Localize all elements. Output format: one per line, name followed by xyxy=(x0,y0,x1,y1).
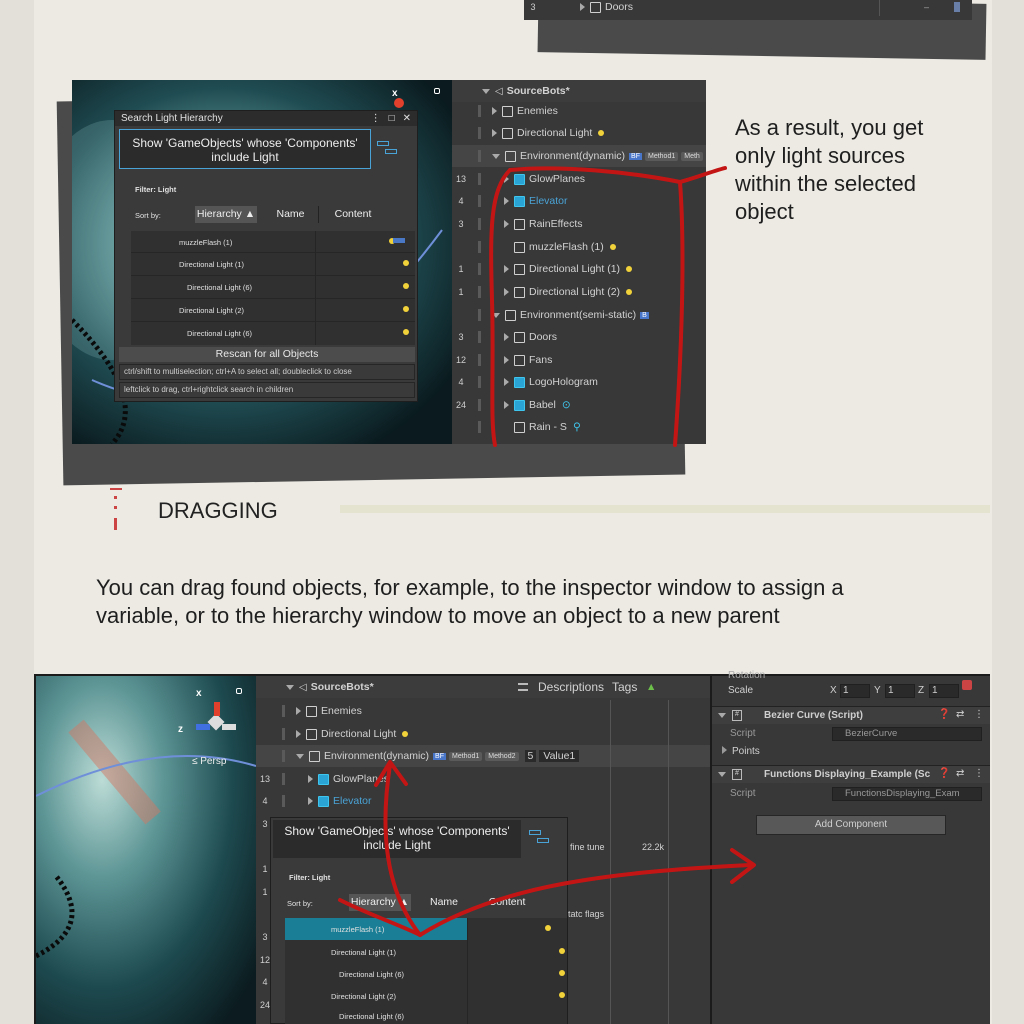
persp-label[interactable]: ≤ Persp xyxy=(192,756,226,767)
page-frame-left xyxy=(0,0,34,1024)
presets-icon[interactable]: ⇄ xyxy=(956,709,964,720)
callout-text: As a result, you get only light sources … xyxy=(735,115,924,224)
result-item[interactable]: Directional Light (1) xyxy=(285,940,567,962)
page-frame-right xyxy=(992,0,1024,1024)
scene-view-2: x z ≤ Persp xyxy=(36,676,256,1024)
sort-hierarchy-button[interactable]: Hierarchy ▲ xyxy=(195,206,257,223)
section-body: You can drag found objects, for example,… xyxy=(96,575,844,628)
search-query-box[interactable]: Show 'GameObjects' whose 'Components' in… xyxy=(119,129,371,169)
section-title: DRAGGING xyxy=(158,498,278,523)
hierarchy-root-sourcebots[interactable]: SourceBots* xyxy=(507,85,570,97)
maximize-icon[interactable]: □ xyxy=(389,113,395,124)
hierarchy-item[interactable]: Directional Light xyxy=(517,127,592,139)
result-item[interactable]: Directional Light (6) xyxy=(131,276,415,299)
unity-scene-icon: ◁ xyxy=(495,85,503,97)
more-icon[interactable]: ⋮ xyxy=(974,768,984,779)
top-snippet-hierarchy: 3 Doors – xyxy=(524,0,972,20)
sort-name-button[interactable]: Name xyxy=(263,206,319,223)
result-item[interactable]: Directional Light (6) xyxy=(131,322,415,345)
hierarchy-filter-icon[interactable] xyxy=(377,141,401,157)
columns-icon[interactable] xyxy=(518,683,528,691)
rotation-label: Rotation xyxy=(728,670,766,681)
popup-tab-title[interactable]: Search Light Hierarchy xyxy=(121,113,223,124)
expand-arrow-icon[interactable] xyxy=(580,3,585,11)
scale-z-field[interactable]: 1 xyxy=(929,684,959,698)
result-item[interactable]: Directional Light (2) xyxy=(131,299,415,322)
hint-line-1: ctrl/shift to multiselection; ctrl+A to … xyxy=(119,364,415,380)
script-icon: # xyxy=(732,710,742,721)
search-light-hierarchy-window: Search Light Hierarchy ⋮ □ ✕ Show 'GameO… xyxy=(114,110,418,402)
orientation-gizmo[interactable] xyxy=(196,702,236,742)
result-item[interactable]: Directional Light (6) xyxy=(285,962,567,984)
hierarchy-root-sourcebots[interactable]: SourceBots* xyxy=(311,681,374,693)
gizmo-x-label: x xyxy=(196,688,202,699)
red-drag-arrows xyxy=(338,760,756,937)
more-icon[interactable]: ⋮ xyxy=(974,709,984,720)
more-icon[interactable]: ⋮ xyxy=(371,113,381,124)
result-item[interactable]: Directional Light (1) xyxy=(131,253,415,276)
results-list: muzzleFlash (1) Directional Light (1) Di… xyxy=(131,231,415,345)
presets-icon[interactable]: ⇄ xyxy=(956,768,964,779)
sort-content-button[interactable]: Content xyxy=(323,206,383,223)
sort-by-label: Sort by: xyxy=(135,211,161,220)
hierarchy-item-doors[interactable]: Doors xyxy=(605,1,633,13)
scale-label: Scale xyxy=(728,685,754,696)
filter-label: Filter: Light xyxy=(135,185,177,194)
script-field[interactable]: FunctionsDisplaying_Exam xyxy=(832,787,982,801)
help-icon[interactable]: ❓ xyxy=(938,709,950,720)
section-divider xyxy=(340,505,990,513)
hierarchy-item[interactable]: Enemies xyxy=(517,105,558,117)
help-icon[interactable]: ❓ xyxy=(938,768,950,779)
result-item[interactable]: Directional Light (6) xyxy=(285,1006,567,1024)
scale-x-field[interactable]: 1 xyxy=(840,684,870,698)
scale-y-field[interactable]: 1 xyxy=(885,684,915,698)
tags-header[interactable]: Tags xyxy=(612,680,637,694)
hierarchy-item[interactable]: Enemies xyxy=(321,705,362,717)
lock-icon[interactable] xyxy=(236,688,242,694)
constrain-icon[interactable] xyxy=(962,680,972,690)
result-item[interactable]: Directional Light (2) xyxy=(285,984,567,1006)
layers-icon[interactable]: ▲ xyxy=(646,681,656,693)
light-icon xyxy=(598,130,605,136)
script-field[interactable]: BezierCurve xyxy=(832,727,982,741)
hierarchy-item[interactable]: Directional Light xyxy=(321,728,396,740)
descriptions-header[interactable]: Descriptions xyxy=(538,680,604,694)
red-annotation-loop xyxy=(489,166,727,447)
drag-cursor-icon xyxy=(110,488,122,534)
component-header-bezier[interactable]: # Bezier Curve (Script) ❓ ⇄ ⋮ xyxy=(712,706,990,724)
rescan-button[interactable]: Rescan for all Objects xyxy=(119,347,415,362)
gameobject-icon xyxy=(590,1,601,13)
add-component-button[interactable]: Add Component xyxy=(756,815,946,835)
popup-tab-bar: Search Light Hierarchy ⋮ □ ✕ xyxy=(115,111,417,126)
close-icon[interactable]: ✕ xyxy=(403,113,411,124)
hint-line-2: leftclick to drag, ctrl+rightclick searc… xyxy=(119,382,415,398)
result-item[interactable]: muzzleFlash (1) xyxy=(131,231,415,253)
gizmo-red-cone[interactable] xyxy=(394,98,404,108)
gizmo-z-label: z xyxy=(178,724,183,735)
lock-icon[interactable] xyxy=(434,88,440,94)
